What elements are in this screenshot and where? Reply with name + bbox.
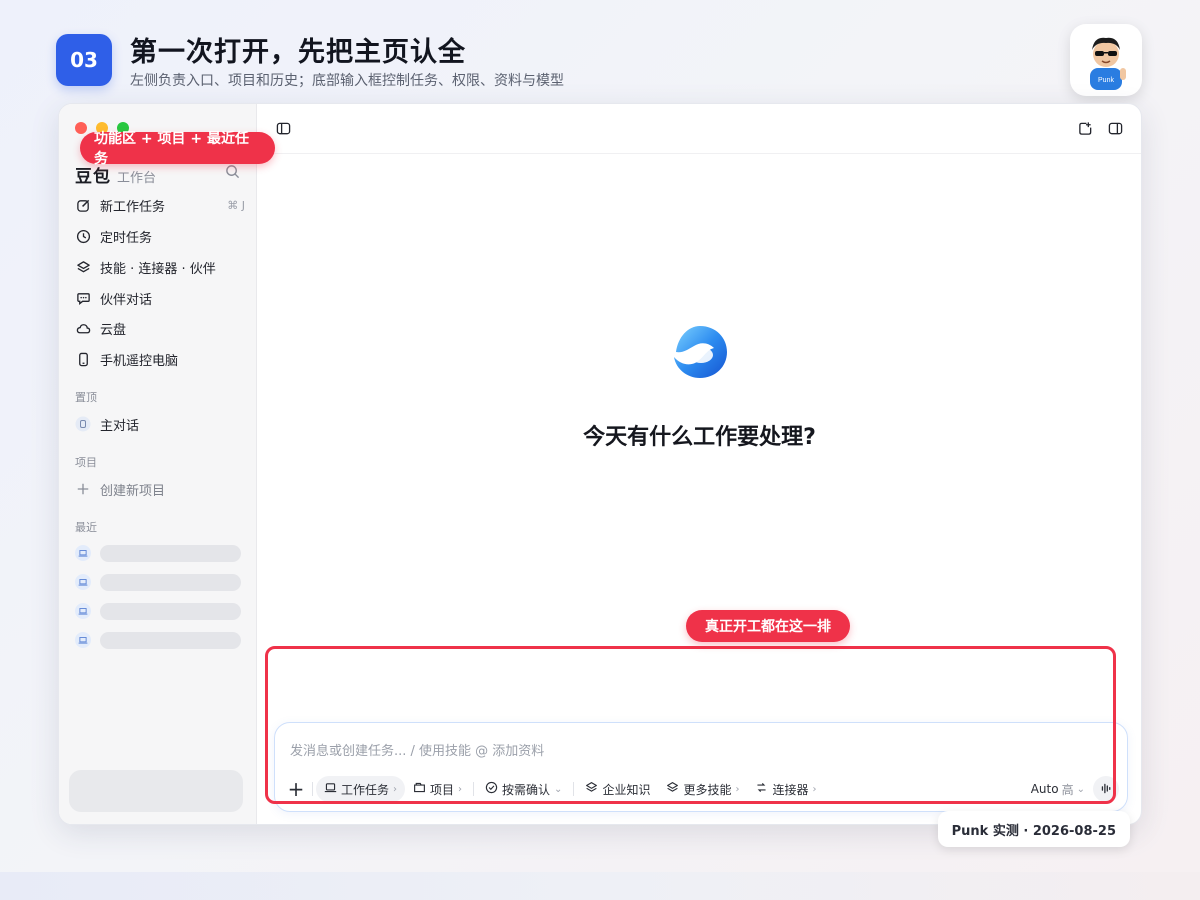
- confirm-mode-button[interactable]: 按需确认 ⌄: [477, 776, 570, 802]
- recent-item[interactable]: [75, 601, 241, 621]
- chevron-right-icon: ›: [735, 783, 740, 795]
- recent-item-placeholder: [100, 602, 241, 620]
- recent-item[interactable]: [75, 543, 241, 563]
- section-label-pinned: 置顶: [75, 391, 97, 404]
- composer-annotation-tag: 真正开工都在这一排: [686, 610, 850, 642]
- recent-item[interactable]: [75, 630, 241, 650]
- clock-icon: [75, 228, 91, 244]
- sidebar-item-label: 云盘: [100, 322, 127, 338]
- chevron-right-icon: ›: [458, 783, 463, 795]
- tool-label: 项目: [430, 782, 455, 797]
- sidebar-item-label: 手机遥控电脑: [100, 353, 179, 369]
- project-selector-button[interactable]: 项目 ›: [405, 776, 470, 802]
- section-label-projects: 项目: [75, 456, 97, 469]
- sidebar-annotation-tag: 功能区 + 项目 + 最近任务: [80, 131, 275, 167]
- account-area[interactable]: [69, 770, 243, 812]
- divider: [312, 782, 313, 796]
- create-project-label: 创建新项目: [100, 483, 166, 499]
- create-project-button[interactable]: 创建新项目: [75, 477, 245, 501]
- composer: 发消息或创建任务... / 使用技能 @ 添加资料 + 工作任务 › 项目 ›: [274, 722, 1128, 812]
- composer-toolbar: + 工作任务 › 项目 › 按需确认 ⌄ 企业知识 更多技能 › 连接器 › A…: [283, 775, 1119, 803]
- credit-badge: Punk 实测 · 2026-08-25: [937, 811, 1130, 847]
- toggle-sidebar-icon[interactable]: [276, 121, 291, 140]
- new-chat-icon[interactable]: [1078, 121, 1093, 140]
- enterprise-knowledge-button[interactable]: 企业知识: [577, 776, 658, 802]
- recent-item-placeholder: [100, 631, 241, 649]
- model-level: 高: [1061, 782, 1074, 797]
- tool-label: 连接器: [772, 782, 809, 797]
- background-strip: [0, 872, 1200, 900]
- check-circle-icon: [485, 781, 498, 797]
- layers-icon: [585, 781, 598, 797]
- laptop-icon: [324, 781, 337, 797]
- more-skills-button[interactable]: 更多技能 ›: [658, 776, 747, 802]
- brand-subtitle: 工作台: [117, 171, 157, 186]
- tool-label: 更多技能: [683, 782, 732, 797]
- sidebar-item-label: 定时任务: [100, 230, 153, 246]
- main-panel: 今天有什么工作要处理? 发消息或创建任务... / 使用技能 @ 添加资料 + …: [258, 104, 1141, 824]
- layers-icon: [75, 259, 91, 275]
- model-selector[interactable]: Auto 高 ⌄: [1031, 781, 1085, 798]
- recent-item[interactable]: [75, 572, 241, 592]
- close-window-button[interactable]: [75, 122, 87, 134]
- edit-icon: [75, 197, 91, 213]
- project-icon: [413, 781, 426, 797]
- chevron-down-icon: ⌄: [554, 783, 563, 795]
- top-bar: [258, 104, 1141, 154]
- app-window: 豆包 工作台 新工作任务 ⌘ J 定时任务 技能 · 连接器 · 伙伴 伙伴对话…: [58, 103, 1142, 825]
- sidebar-item-cloud-drive[interactable]: 云盘: [75, 316, 245, 340]
- recent-item-placeholder: [100, 573, 241, 591]
- section-label-recent: 最近: [75, 521, 97, 534]
- shortcut-hint: ⌘ J: [227, 198, 245, 212]
- sidebar-item-label: 新工作任务: [100, 199, 166, 215]
- welcome-question: 今天有什么工作要处理?: [583, 425, 816, 450]
- sidebar-item-phone-remote[interactable]: 手机遥控电脑: [75, 347, 245, 371]
- chevron-right-icon: ›: [812, 783, 817, 795]
- sidebar-item-scheduled-tasks[interactable]: 定时任务: [75, 224, 245, 248]
- model-name: Auto: [1030, 782, 1059, 796]
- sidebar-item-skills[interactable]: 技能 · 连接器 · 伙伴: [75, 255, 245, 279]
- laptop-icon: [75, 574, 91, 590]
- page-subtitle: 左侧负责入口、项目和历史；底部输入框控制任务、权限、资料与模型: [130, 73, 564, 89]
- phone-icon: [75, 351, 91, 367]
- chevron-right-icon: ›: [393, 783, 398, 795]
- connector-icon: [755, 781, 768, 797]
- divider: [473, 782, 475, 796]
- sidebar-item-label: 技能 · 连接器 · 伙伴: [100, 261, 216, 277]
- sidebar-item-main-chat[interactable]: 主对话: [75, 412, 245, 436]
- chevron-down-icon: ⌄: [1076, 783, 1085, 795]
- sidebar-item-label: 主对话: [100, 418, 140, 434]
- chat-bubble-icon: [75, 416, 91, 432]
- voice-input-button[interactable]: [1093, 776, 1119, 802]
- sidebar-item-new-task[interactable]: 新工作任务 ⌘ J: [75, 193, 245, 217]
- recent-item-placeholder: [100, 544, 241, 562]
- cloud-icon: [75, 320, 91, 336]
- app-logo-icon: [670, 322, 730, 386]
- step-badge: 03: [56, 34, 112, 86]
- avatar: Punk: [1070, 24, 1142, 96]
- connectors-button[interactable]: 连接器 ›: [747, 776, 824, 802]
- chat-icon: [75, 290, 91, 306]
- avatar-shirt-text: Punk: [1098, 77, 1114, 84]
- message-input[interactable]: 发消息或创建任务... / 使用技能 @ 添加资料: [290, 740, 544, 759]
- divider: [573, 782, 575, 796]
- laptop-icon: [75, 632, 91, 648]
- sidebar: 豆包 工作台 新工作任务 ⌘ J 定时任务 技能 · 连接器 · 伙伴 伙伴对话…: [59, 104, 257, 824]
- waveform-icon: [1100, 780, 1113, 799]
- work-task-mode-button[interactable]: 工作任务 ›: [316, 776, 406, 802]
- laptop-icon: [75, 545, 91, 561]
- page-title: 第一次打开，先把主页认全: [130, 37, 466, 68]
- add-attachment-button[interactable]: +: [283, 776, 309, 802]
- toggle-right-panel-icon[interactable]: [1108, 121, 1123, 140]
- tool-label: 按需确认: [502, 782, 551, 797]
- avatar-illustration-icon: Punk: [1090, 37, 1126, 90]
- sidebar-item-label: 伙伴对话: [100, 292, 153, 308]
- laptop-icon: [75, 603, 91, 619]
- tool-label: 企业知识: [602, 782, 651, 797]
- plus-icon: [75, 481, 91, 497]
- tool-label: 工作任务: [341, 782, 390, 797]
- layers-icon: [666, 781, 679, 797]
- sidebar-item-partner-chat[interactable]: 伙伴对话: [75, 286, 245, 310]
